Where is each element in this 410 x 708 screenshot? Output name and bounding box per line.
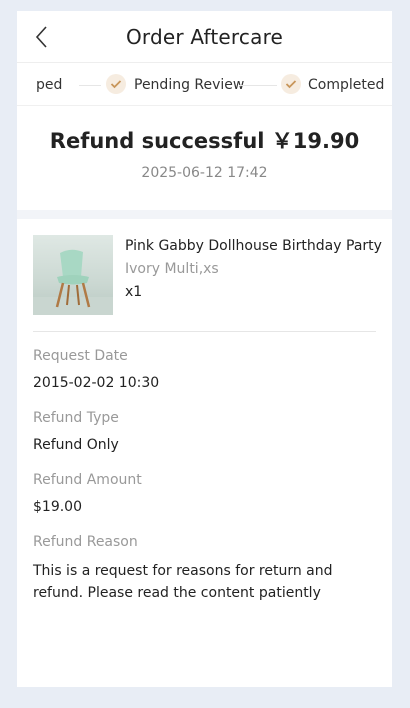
refund-amount-value: $19.00 xyxy=(33,499,82,515)
product-name[interactable]: Pink Gabby Dollhouse Birthday Party xyxy=(125,238,382,254)
product-quantity: x1 xyxy=(125,284,143,300)
refund-reason-label: Refund Reason xyxy=(33,534,138,550)
check-icon xyxy=(281,74,301,94)
step-connector xyxy=(239,85,277,86)
step-connector xyxy=(79,85,101,86)
check-icon xyxy=(106,74,126,94)
section-divider xyxy=(17,210,392,219)
request-date-label: Request Date xyxy=(33,348,128,364)
step-label-completed: Completed xyxy=(308,77,385,93)
refund-reason-value: This is a request for reasons for return… xyxy=(33,563,333,601)
step-label-shipped: ped xyxy=(36,77,63,93)
page-title: Order Aftercare xyxy=(125,25,284,49)
aftercare-screen: Order Aftercare ped Pending Review Compl… xyxy=(17,11,392,687)
refund-type-label: Refund Type xyxy=(33,410,119,426)
chair-image xyxy=(33,249,113,315)
divider xyxy=(33,331,376,332)
request-date-value: 2015-02-02 10:30 xyxy=(33,375,160,391)
progress-steps: ped Pending Review Completed xyxy=(17,64,392,106)
refund-status-title: Refund successful ￥19.90 xyxy=(49,129,360,153)
refund-status-time: 2025-06-12 17:42 xyxy=(141,165,268,181)
step-label-pending-review: Pending Review xyxy=(134,77,245,93)
refund-type-value: Refund Only xyxy=(33,437,119,453)
product-variant: Ivory Multi,xs xyxy=(125,261,219,277)
product-image[interactable] xyxy=(33,235,113,315)
refund-amount-label: Refund Amount xyxy=(33,472,142,488)
header: Order Aftercare xyxy=(17,11,392,63)
